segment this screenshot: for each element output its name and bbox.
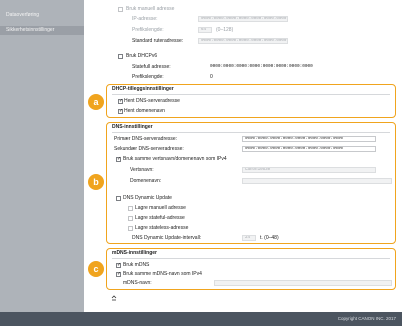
get-dns-server-label: Hent DNS-serveradresse [124,98,180,104]
default-router-label: Standard ruteradresse: [132,38,184,44]
primary-dns-label: Primær DNS-serveradresse: [114,136,178,142]
dns-update-interval-range: t. (0–48) [260,235,279,241]
mdns-section-title: mDNS-innstillinger [112,250,158,256]
badge-a: a [88,94,104,110]
get-dns-server-checkbox[interactable] [118,98,123,104]
domain-name-field[interactable] [242,178,392,184]
use-mdns-checkbox[interactable] [116,262,121,268]
badge-b: b [88,174,104,190]
host-name-label: Vertsnavn: [130,167,154,173]
dhcpv6-label: Bruk DHCPv6 [126,53,158,59]
footer: Copyright CANON INC. 2017 [0,312,402,326]
dhcp-divider [112,94,390,95]
dns-section-title: DNS-innstillinger [112,124,153,130]
save-manual-address-checkbox[interactable] [128,206,133,211]
mdns-name-label: mDNS-navn: [123,280,152,286]
primary-dns-field[interactable]: 0000:0000:0000:0000:0000:0000:0000:0000 [242,136,376,142]
save-stateful-address-label: Lagre stateful-adresse [135,215,185,221]
prefix-length-range: (0–128) [216,27,234,33]
sidebar-item-data-transfer[interactable]: Dataoverføring [0,11,84,20]
get-domain-name-checkbox[interactable] [118,108,123,114]
sidebar-item-security[interactable]: Sikkerhetsinnstillinger [0,26,84,35]
get-domain-name-label: Hent domenenavn [124,108,165,114]
manual-address-checkbox[interactable] [118,7,123,12]
sidebar: Dataoverføring Sikkerhetsinnstillinger [0,0,84,312]
save-manual-address-label: Lagre manuell adresse [135,205,186,211]
stateful-address-value: 0000:0000:0000:0000:0000:0000:0000:0000 [210,64,313,69]
save-stateful-address-checkbox[interactable] [128,216,133,221]
double-up-arrow-icon[interactable] [111,295,117,303]
dns-dynamic-update-label: DNS Dynamic Update [123,195,172,201]
ip-address-field[interactable]: 0000:0000:0000:0000:0000:0000:0000:0000 [198,16,288,22]
prefix-length-label: Prefikslengde: [132,27,164,33]
same-mdns-name-checkbox[interactable] [116,271,121,277]
host-name-field[interactable]: Canon10530 [242,167,376,173]
secondary-dns-label: Sekundær DNS-serveradresse: [114,146,184,152]
default-router-field[interactable]: 0000:0000:0000:0000:0000:0000:0000:0000 [198,38,288,44]
main-panel: Bruk manuell adresse IP-adresse: 0000:00… [84,0,402,312]
same-mdns-name-label: Bruk samme mDNS-navn som IPv4 [123,271,202,277]
secondary-dns-field[interactable]: 0000:0000:0000:0000:0000:0000:0000:0000 [242,146,376,152]
prefix-length-2-value: 0 [210,74,213,80]
save-stateless-address-label: Lagre stateless-adresse [135,225,189,231]
stateful-address-label: Statefull adresse: [132,64,171,70]
dns-update-interval-field[interactable]: 24 [242,235,256,241]
same-host-domain-checkbox[interactable] [116,156,121,162]
ip-address-label: IP-adresse: [132,16,158,22]
mdns-name-field[interactable] [214,280,392,286]
use-mdns-label: Bruk mDNS [123,262,150,268]
dns-dynamic-update-checkbox[interactable] [116,196,121,201]
dhcpv6-checkbox[interactable] [118,54,123,59]
mdns-divider [112,258,390,259]
prefix-length-2-label: Prefikslengde: [132,74,164,80]
prefix-length-field[interactable]: 64 [198,27,212,33]
manual-address-label: Bruk manuell adresse [126,6,175,12]
badge-c: c [88,261,104,277]
same-host-domain-label: Bruk samme vertsnavn/domenenavn som IPv4 [123,156,227,162]
dhcp-section-title: DHCP-tilleggsinnstillinger [112,86,174,92]
save-stateless-address-checkbox[interactable] [128,226,133,231]
domain-name-label: Domenenavn: [130,178,162,184]
copyright-text: Copyright CANON INC. 2017 [337,316,396,321]
dns-update-interval-label: DNS Dynamic Update-intervall: [132,235,202,241]
dns-divider [112,132,390,133]
